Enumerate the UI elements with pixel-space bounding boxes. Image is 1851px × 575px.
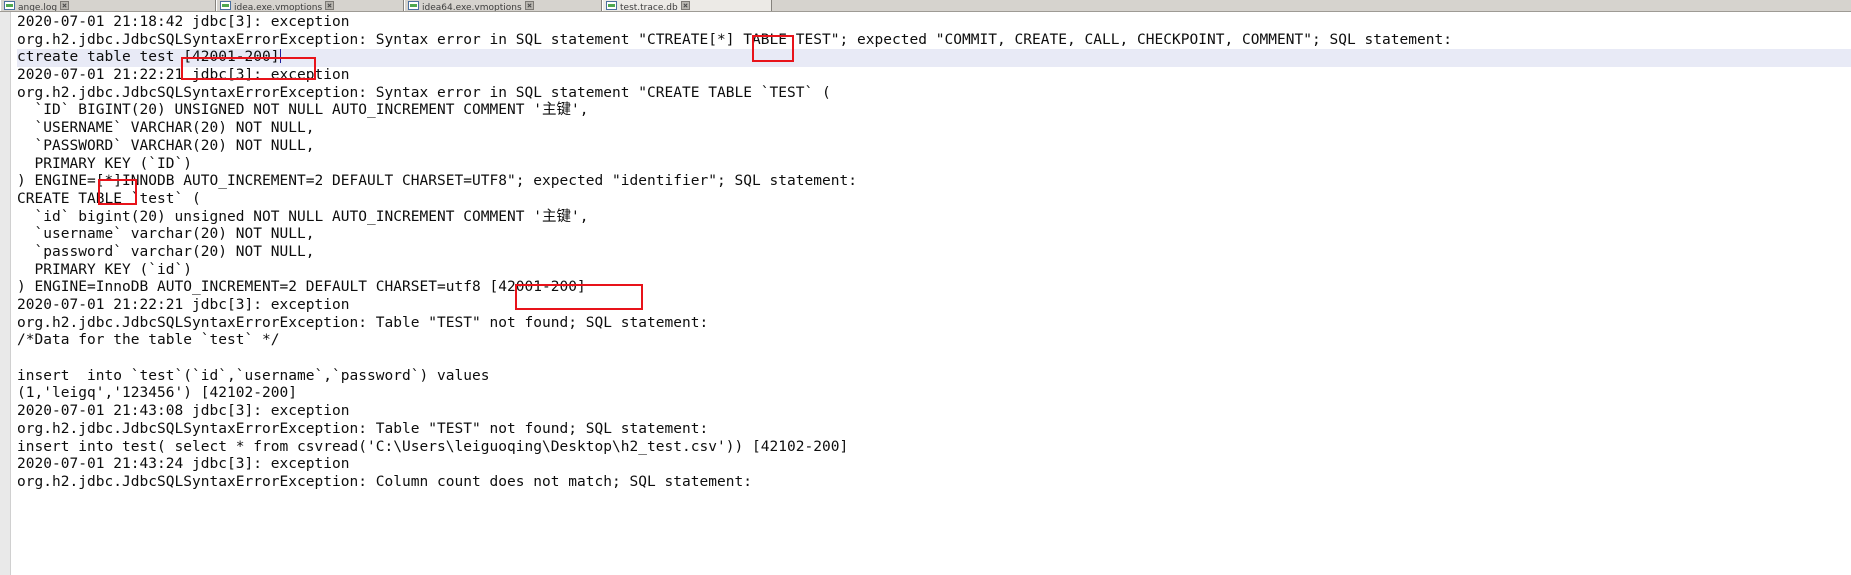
log-line: `PASSWORD` VARCHAR(20) NOT NULL,: [17, 137, 315, 154]
close-icon[interactable]: [325, 0, 335, 10]
log-line: org.h2.jdbc.JdbcSQLSyntaxErrorException:…: [17, 84, 831, 101]
log-line: insert into `test`(`id`,`username`,`pass…: [17, 367, 490, 384]
tab-label: ange.log: [18, 3, 58, 11]
tab-label: test.trace.db: [620, 3, 678, 11]
tab-ange-log[interactable]: ange.log: [0, 0, 216, 11]
editor-tab-strip[interactable]: ange.log idea.exe.vmoptions idea64.exe.v…: [0, 0, 1851, 12]
log-line: `USERNAME` VARCHAR(20) NOT NULL,: [17, 120, 315, 137]
log-line: insert into test( select * from csvread(…: [17, 438, 849, 455]
file-icon: [220, 0, 231, 10]
close-icon[interactable]: [524, 0, 534, 10]
file-icon: [408, 0, 419, 10]
log-line: 2020-07-01 21:22:21 jdbc[3]: exception: [17, 297, 350, 313]
log-line: 2020-07-01 21:43:08 jdbc[3]: exception: [17, 403, 350, 420]
log-line: 2020-07-01 21:18:42 jdbc[3]: exception: [17, 14, 350, 30]
log-file-editor[interactable]: 2020-07-01 21:18:42 jdbc[3]: exception o…: [0, 12, 1851, 575]
tab-idea-exe-vmoptions[interactable]: idea.exe.vmoptions: [216, 0, 404, 11]
log-line: ) ENGINE=InnoDB AUTO_INCREMENT=2 DEFAULT…: [17, 279, 586, 296]
log-line: PRIMARY KEY (`id`): [17, 261, 192, 278]
file-icon: [4, 0, 15, 10]
log-line: /*Data for the table `test` */: [17, 332, 280, 349]
log-text-area[interactable]: 2020-07-01 21:18:42 jdbc[3]: exception o…: [11, 12, 1851, 575]
tab-label: idea.exe.vmoptions: [234, 3, 323, 11]
log-line: CREATE TABLE `test` (: [17, 190, 201, 207]
tab-test-trace-db[interactable]: test.trace.db: [602, 0, 772, 11]
log-line: org.h2.jdbc.JdbcSQLSyntaxErrorException:…: [17, 473, 752, 490]
log-line: 2020-07-01 21:43:24 jdbc[3]: exception: [17, 456, 350, 473]
text-caret: [279, 49, 281, 64]
log-line: PRIMARY KEY (`ID`): [17, 155, 192, 172]
editor-gutter: [0, 12, 11, 575]
close-icon[interactable]: [680, 0, 690, 10]
close-icon[interactable]: [60, 0, 70, 10]
log-line-text: ctreate table test [42001-200]: [17, 49, 280, 66]
log-line: 2020-07-01 21:22:21 jdbc[3]: exception: [17, 67, 350, 84]
tab-label: idea64.exe.vmoptions: [422, 3, 522, 11]
log-line: `ID` BIGINT(20) UNSIGNED NOT NULL AUTO_I…: [17, 102, 589, 119]
log-line: org.h2.jdbc.JdbcSQLSyntaxErrorException:…: [17, 420, 709, 437]
log-line: `username` varchar(20) NOT NULL,: [17, 226, 315, 243]
log-line: `password` varchar(20) NOT NULL,: [17, 243, 315, 260]
log-line-highlighted: ctreate table test [42001-200]: [17, 49, 1851, 68]
log-line: org.h2.jdbc.JdbcSQLSyntaxErrorException:…: [17, 31, 1452, 48]
log-line: `id` bigint(20) unsigned NOT NULL AUTO_I…: [17, 208, 589, 225]
log-line: ) ENGINE=[*]INNODB AUTO_INCREMENT=2 DEFA…: [17, 173, 857, 190]
log-line: org.h2.jdbc.JdbcSQLSyntaxErrorException:…: [17, 314, 709, 331]
file-icon: [606, 0, 617, 10]
tab-idea64-exe-vmoptions[interactable]: idea64.exe.vmoptions: [404, 0, 602, 11]
log-line: (1,'leigq','123456') [42102-200]: [17, 385, 297, 402]
